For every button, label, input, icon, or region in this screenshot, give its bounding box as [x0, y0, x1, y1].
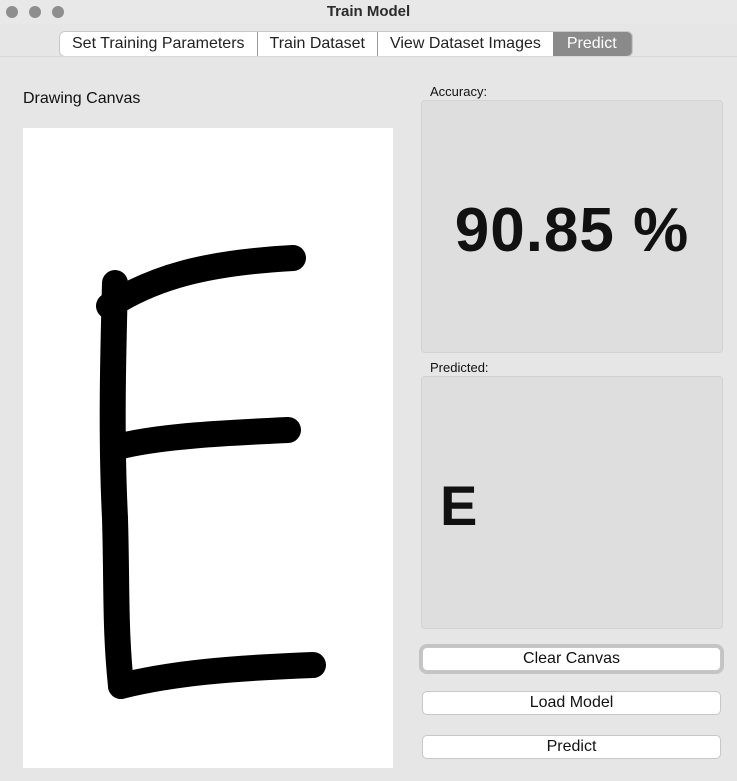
predict-button[interactable]: Predict: [422, 735, 721, 759]
accuracy-panel: 90.85 %: [421, 100, 723, 353]
window-title: Train Model: [326, 3, 411, 20]
tab-view-dataset-images[interactable]: View Dataset Images: [378, 32, 553, 56]
section-divider: [0, 56, 737, 57]
tab-bar: Set Training Parameters Train Dataset Vi…: [59, 31, 633, 57]
predicted-panel: E: [421, 376, 723, 629]
drawn-letter-stroke: [96, 245, 326, 699]
tab-train-dataset[interactable]: Train Dataset: [258, 32, 378, 56]
accuracy-value: 90.85 %: [454, 196, 690, 265]
drawing-canvas-label: Drawing Canvas: [23, 90, 141, 107]
load-model-button[interactable]: Load Model: [422, 691, 721, 715]
clear-canvas-button[interactable]: Clear Canvas: [422, 647, 721, 671]
tab-set-training-parameters[interactable]: Set Training Parameters: [60, 32, 258, 56]
predicted-label: Predicted:: [430, 360, 489, 375]
tab-predict[interactable]: Predict: [552, 32, 632, 56]
title-bar: Train Model: [0, 0, 737, 24]
accuracy-label: Accuracy:: [430, 84, 488, 99]
drawing-canvas[interactable]: [23, 128, 393, 768]
predicted-value: E: [440, 474, 478, 537]
